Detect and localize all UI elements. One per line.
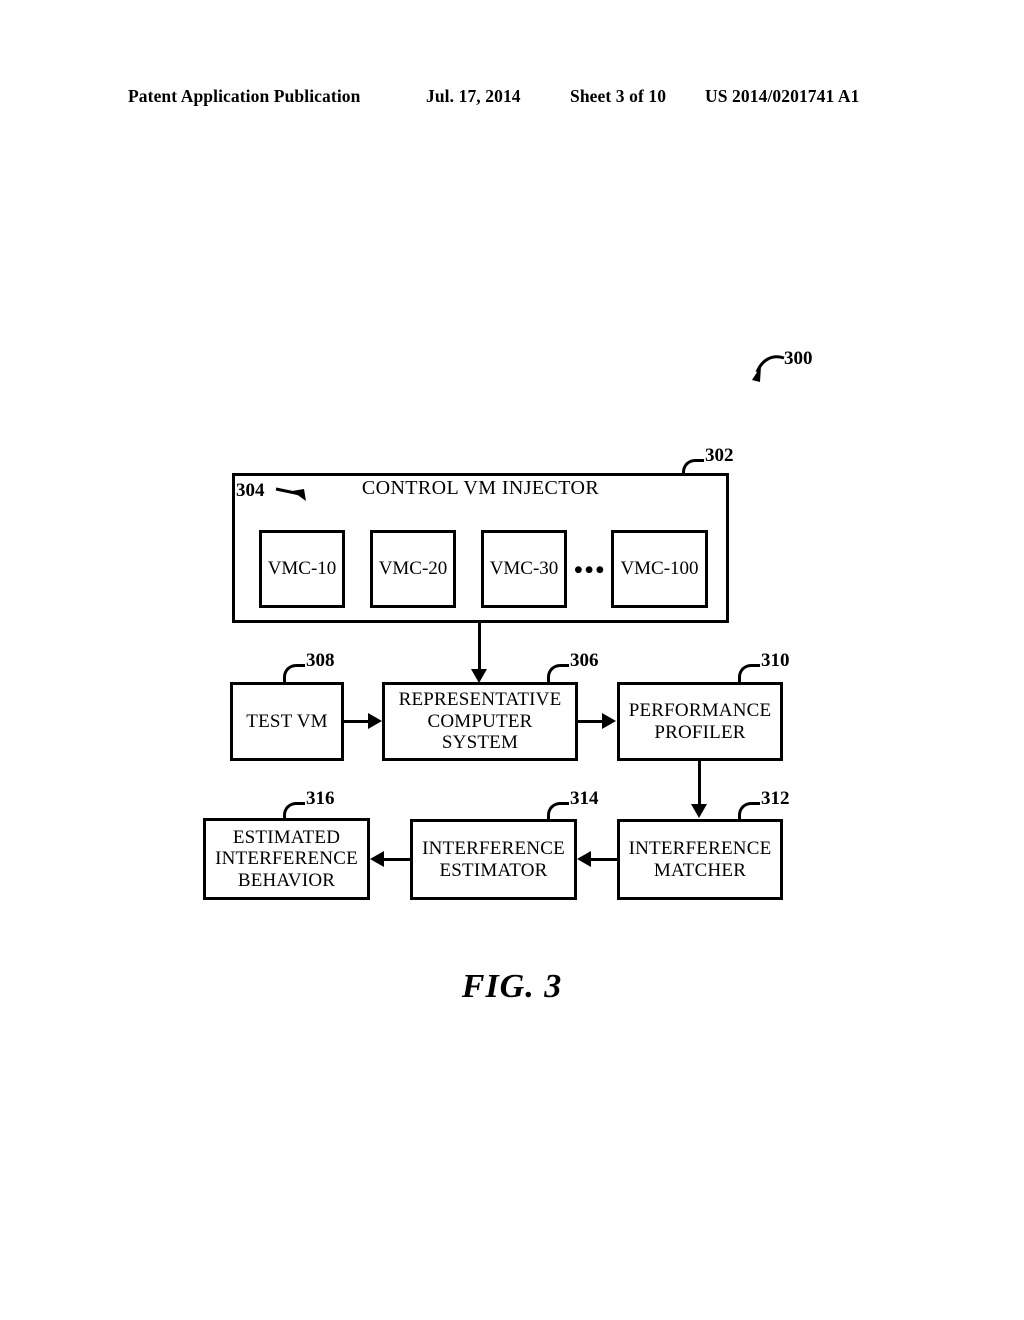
refnum-312: 312 [761,788,790,809]
arrowhead-repsystem-to-profiler [602,713,616,729]
vmc-ellipsis: ••• [574,557,607,584]
performance-profiler-box[interactable]: PERFORMANCE PROFILER [617,682,783,761]
vmc-label-100: VMC-100 [620,558,699,579]
test-vm-label: TEST VM [246,710,328,732]
system-callout-arrow-icon [752,355,785,382]
figure-diagram: 300 302 CONTROL VM INJECTOR 304 VMC-10 V… [0,0,1024,1320]
representative-computer-system-label: REPRESENTATIVE COMPUTER SYSTEM [398,689,562,754]
leader-line-308 [283,664,305,682]
interference-matcher-label: INTERFERENCE MATCHER [628,837,772,881]
refnum-304: 304 [236,480,265,501]
leader-line-310 [738,664,760,682]
arrowhead-testvm-to-repsystem [368,713,382,729]
test-vm-box[interactable]: TEST VM [230,682,344,761]
connector-estimator-to-behavior [384,858,410,861]
connector-matcher-to-estimator [591,858,617,861]
representative-computer-system-box[interactable]: REPRESENTATIVE COMPUTER SYSTEM [382,682,578,761]
refnum-314: 314 [570,788,599,809]
refnum-306: 306 [570,650,599,671]
connector-testvm-to-repsystem [344,720,370,723]
vmc-label-20: VMC-20 [378,558,448,579]
leader-line-306 [547,664,569,682]
interference-estimator-box[interactable]: INTERFERENCE ESTIMATOR [410,819,577,900]
arrowhead-injector-to-repsystem [471,669,487,683]
vmc-box-30[interactable]: VMC-30 [481,530,567,608]
vmc-label-10: VMC-10 [267,558,337,579]
connector-injector-to-repsystem [478,623,481,671]
refnum-316: 316 [306,788,335,809]
interference-matcher-box[interactable]: INTERFERENCE MATCHER [617,819,783,900]
arrowhead-estimator-to-behavior [370,851,384,867]
figure-caption: FIG. 3 [461,968,563,1005]
vmc-box-10[interactable]: VMC-10 [259,530,345,608]
leader-line-312 [738,802,760,820]
refnum-310: 310 [761,650,790,671]
refnum-302: 302 [705,445,734,466]
vmc-box-100[interactable]: VMC-100 [611,530,708,608]
arrowhead-profiler-to-matcher [691,804,707,818]
performance-profiler-label: PERFORMANCE PROFILER [628,699,772,743]
estimated-interference-behavior-label: ESTIMATED INTERFERENCE BEHAVIOR [215,826,358,891]
leader-line-314 [547,802,569,820]
vmc-box-20[interactable]: VMC-20 [370,530,456,608]
interference-estimator-label: INTERFERENCE ESTIMATOR [422,837,565,881]
connector-profiler-to-matcher [698,761,701,806]
refnum-308: 308 [306,650,335,671]
vmc-label-30: VMC-30 [489,558,559,579]
vm-group-callout-arrow-icon [275,487,306,501]
arrowhead-matcher-to-estimator [577,851,591,867]
estimated-interference-behavior-box[interactable]: ESTIMATED INTERFERENCE BEHAVIOR [203,818,370,900]
connector-repsystem-to-profiler [578,720,604,723]
